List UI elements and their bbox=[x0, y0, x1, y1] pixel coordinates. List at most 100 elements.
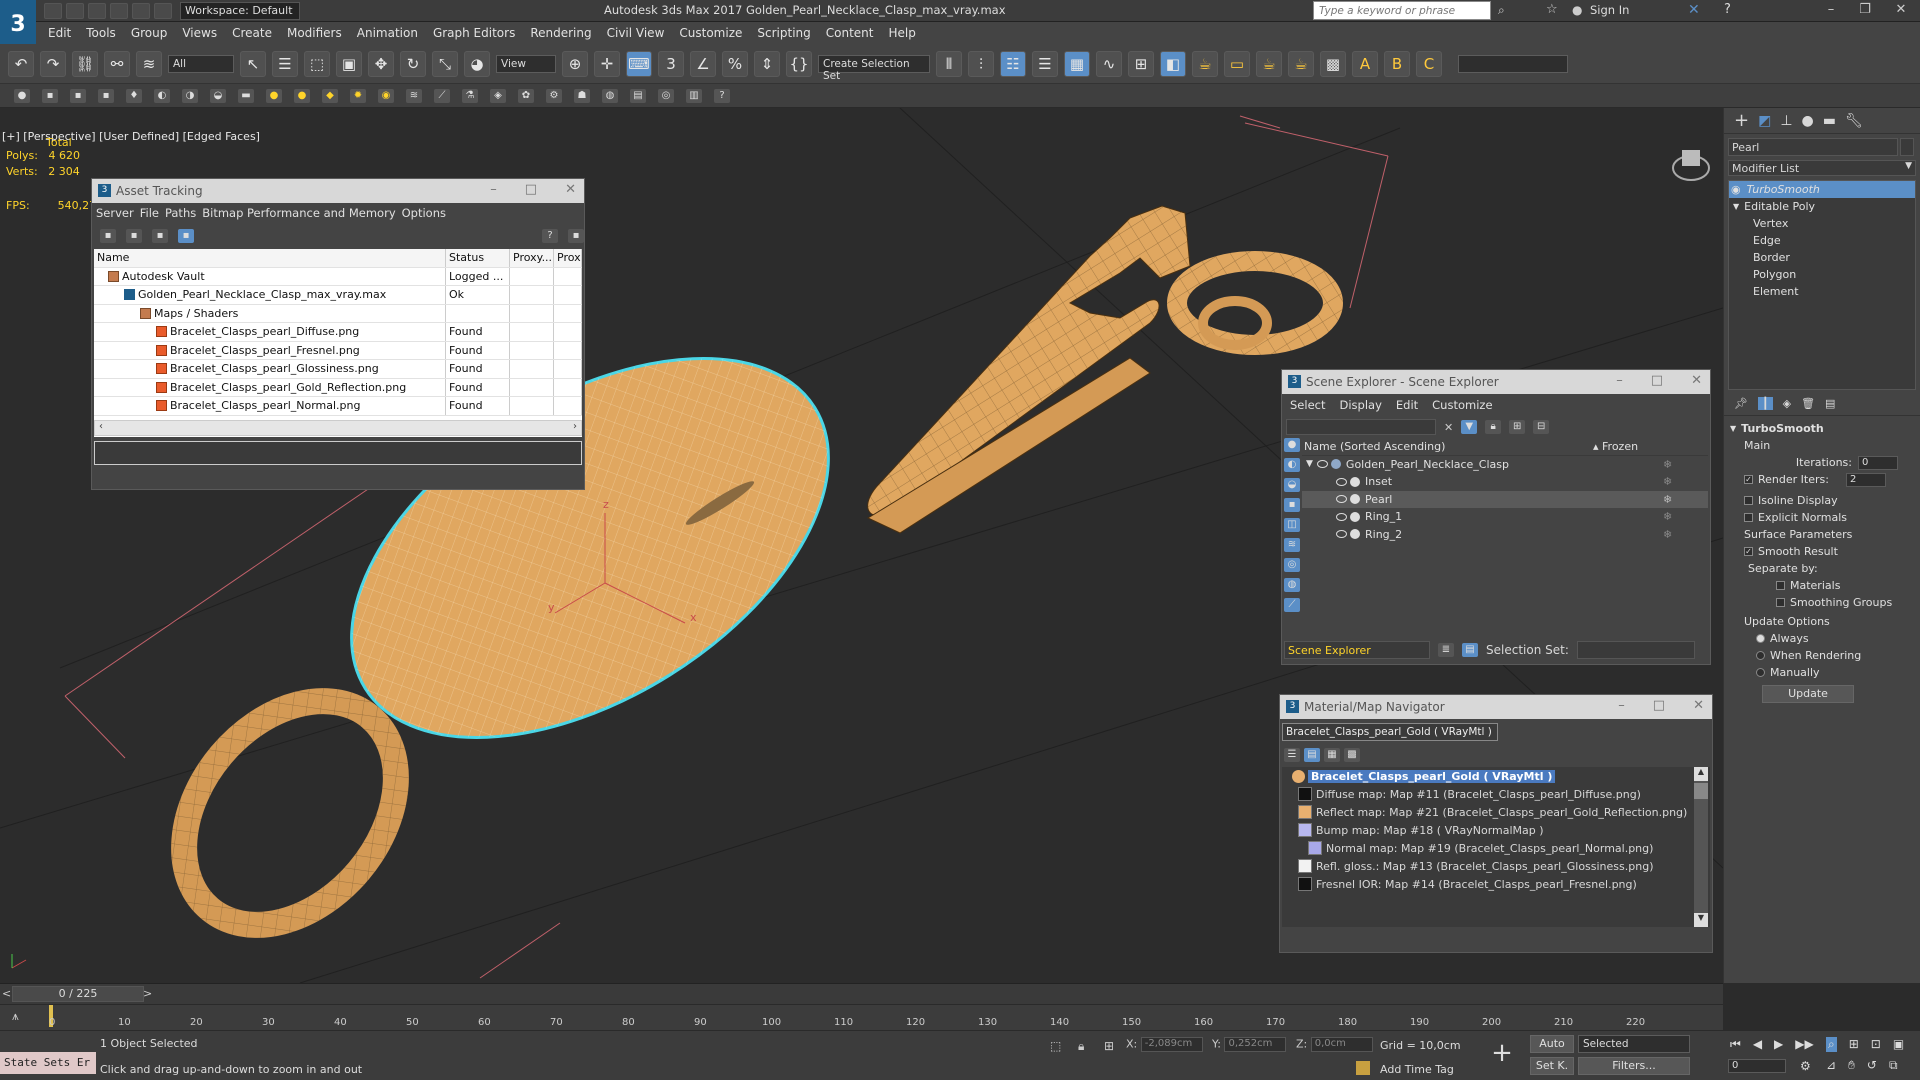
at-tool-icon-5[interactable]: ▪ bbox=[568, 229, 584, 243]
view-list-icon[interactable]: ☰ bbox=[1284, 748, 1300, 762]
orbit-icon[interactable]: ↺ bbox=[1867, 1058, 1877, 1073]
isoline-checkbox[interactable] bbox=[1744, 496, 1753, 505]
render-production-icon[interactable]: ☕ bbox=[1256, 50, 1282, 77]
col-name[interactable]: Name bbox=[94, 249, 446, 267]
tree-row-root[interactable]: ▼ Golden_Pearl_Necklace_Clasp ❄ bbox=[1302, 456, 1708, 474]
tool-icon-20[interactable]: ▥ bbox=[686, 88, 702, 103]
explicit-normals-row[interactable]: Explicit Normals bbox=[1730, 509, 1914, 526]
stack-item-polygon[interactable]: Polygon bbox=[1729, 266, 1915, 283]
maxscript-listener[interactable]: State Sets Er bbox=[0, 1052, 96, 1074]
smoothing-groups-checkbox[interactable] bbox=[1776, 598, 1785, 607]
pivot-center-icon[interactable]: ⊕ bbox=[562, 50, 588, 77]
at-tool-icon-1[interactable]: ▪ bbox=[100, 229, 116, 243]
smooth-result-checkbox[interactable]: ✓ bbox=[1744, 547, 1753, 556]
eye-icon[interactable]: ◉ bbox=[1731, 183, 1741, 196]
clear-search-icon[interactable]: ✕ bbox=[1444, 421, 1453, 434]
freeze-icon[interactable]: ❄ bbox=[1663, 528, 1672, 541]
app-logo[interactable]: 3 bbox=[0, 0, 36, 48]
auto-key-button[interactable]: Auto bbox=[1530, 1035, 1574, 1053]
when-rendering-row[interactable]: When Rendering bbox=[1730, 647, 1914, 664]
utilities-tab-icon[interactable]: 🔧︎ bbox=[1845, 113, 1863, 129]
scene-hierarchy-icon[interactable]: ▤ bbox=[1462, 643, 1478, 657]
map-row[interactable]: Refl. gloss.: Map #13 (Bracelet_Clasps_p… bbox=[1282, 857, 1710, 875]
manually-row[interactable]: Manually bbox=[1730, 664, 1914, 681]
binoculars-icon[interactable]: ⌕ bbox=[1498, 3, 1505, 18]
pin-stack-icon[interactable]: 📌︎ bbox=[1734, 397, 1748, 410]
table-row[interactable]: Bracelet_Clasps_pearl_Fresnel.png Found bbox=[94, 341, 582, 360]
tool-icon-17[interactable]: ◍ bbox=[602, 88, 618, 103]
light-icon-1[interactable]: ● bbox=[266, 88, 282, 103]
view-large-icons-icon[interactable]: ▩ bbox=[1344, 748, 1360, 762]
tool-icon-4[interactable]: ▪ bbox=[98, 88, 114, 103]
tree-row[interactable]: Ring_2 ❄ bbox=[1302, 526, 1708, 544]
map-row[interactable]: Bump map: Map #18 ( VRayNormalMap ) bbox=[1282, 821, 1710, 839]
expand-icon[interactable]: ▼ bbox=[1733, 202, 1739, 211]
tool-icon-9[interactable]: ▬ bbox=[238, 88, 254, 103]
x-coordinate-field[interactable]: -2,089cm bbox=[1140, 1037, 1203, 1052]
col-proxy-2[interactable]: Proxy bbox=[554, 249, 582, 267]
star-icon[interactable]: ☆ bbox=[1546, 2, 1558, 17]
at-menu-file[interactable]: File bbox=[140, 206, 159, 220]
exchange-icon[interactable]: ✕ bbox=[1688, 2, 1700, 18]
menu-views[interactable]: Views bbox=[182, 26, 217, 40]
current-frame-field[interactable]: 0 bbox=[1728, 1059, 1786, 1073]
se-filter-lights-icon[interactable]: ◒ bbox=[1284, 478, 1300, 492]
se-menu-customize[interactable]: Customize bbox=[1432, 398, 1492, 412]
smooth-result-row[interactable]: ✓ Smooth Result bbox=[1730, 543, 1914, 560]
maximize-icon[interactable]: □ bbox=[1653, 698, 1665, 713]
at-menu-paths[interactable]: Paths bbox=[165, 206, 196, 220]
tool-icon-1[interactable]: ● bbox=[14, 88, 30, 103]
edit-named-selection-icon[interactable]: {} bbox=[786, 50, 812, 77]
explicit-normals-checkbox[interactable] bbox=[1744, 513, 1753, 522]
toggle-ribbon-icon[interactable]: ▦ bbox=[1064, 50, 1090, 77]
light-icon-4[interactable]: ✹ bbox=[350, 88, 366, 103]
window-crossing-icon[interactable]: ▣ bbox=[336, 50, 362, 77]
tool-icon-10[interactable]: ≋ bbox=[406, 88, 422, 103]
col-frozen-header[interactable]: ▴ Frozen bbox=[1593, 440, 1638, 453]
move-icon[interactable]: ✥ bbox=[368, 50, 394, 77]
field-of-view-icon[interactable]: ⊿ bbox=[1826, 1058, 1836, 1073]
selection-set-select[interactable] bbox=[1576, 641, 1695, 659]
col-status[interactable]: Status bbox=[446, 249, 510, 267]
se-filter-helpers-icon[interactable]: ◫ bbox=[1284, 518, 1300, 532]
tool-icon-11[interactable]: ⟋ bbox=[434, 88, 450, 103]
close-icon[interactable]: ✕ bbox=[1888, 2, 1914, 20]
freeze-icon[interactable]: ❄ bbox=[1663, 458, 1672, 471]
collapse-icon[interactable]: ⊟ bbox=[1533, 420, 1550, 434]
se-menu-edit[interactable]: Edit bbox=[1396, 398, 1418, 412]
pan-icon[interactable]: ✋︎ bbox=[1848, 1058, 1855, 1073]
select-manipulate-icon[interactable]: ✛ bbox=[594, 50, 620, 77]
rendered-frame-window-icon[interactable]: ▭ bbox=[1224, 50, 1250, 77]
next-frame-icon[interactable]: ▶▶ bbox=[1795, 1037, 1813, 1052]
se-filter-geometry-icon[interactable]: ● bbox=[1284, 438, 1300, 452]
vray-c-icon[interactable]: C bbox=[1416, 50, 1442, 77]
hierarchy-tab-icon[interactable]: ⊥ bbox=[1780, 113, 1792, 129]
tool-icon-16[interactable]: ☗ bbox=[574, 88, 590, 103]
stack-item-turbosmooth[interactable]: ◉ TurboSmooth bbox=[1729, 181, 1915, 198]
light-icon-2[interactable]: ● bbox=[294, 88, 310, 103]
minimize-icon[interactable]: – bbox=[1818, 2, 1844, 20]
smoothing-groups-row[interactable]: Smoothing Groups bbox=[1730, 594, 1914, 611]
tree-row[interactable]: Inset ❄ bbox=[1302, 473, 1708, 491]
minimize-icon[interactable]: – bbox=[490, 182, 497, 197]
save-file-icon[interactable] bbox=[88, 2, 106, 19]
set-key-icon[interactable]: + bbox=[1488, 1039, 1516, 1067]
menu-graph-editors[interactable]: Graph Editors bbox=[433, 26, 515, 40]
current-material-field[interactable]: Bracelet_Clasps_pearl_Gold ( VRayMtl ) bbox=[1282, 723, 1498, 741]
map-row[interactable]: Normal map: Map #19 (Bracelet_Clasps_pea… bbox=[1282, 839, 1710, 857]
se-filter-groups-icon[interactable]: ◎ bbox=[1284, 558, 1300, 572]
se-search-input[interactable] bbox=[1286, 419, 1436, 435]
bind-space-warp-icon[interactable]: ≋ bbox=[136, 50, 162, 77]
at-tool-icon-3[interactable]: ▪ bbox=[152, 229, 168, 243]
rollout-header[interactable]: ▼ TurboSmooth bbox=[1730, 420, 1914, 437]
materials-checkbox[interactable] bbox=[1776, 581, 1785, 590]
render-iters-spinner[interactable]: 2 bbox=[1846, 472, 1886, 487]
render-iters-checkbox[interactable]: ✓ bbox=[1744, 475, 1753, 484]
previous-frame-icon[interactable]: ◀ bbox=[1753, 1037, 1762, 1052]
at-menu-server[interactable]: Server bbox=[96, 206, 134, 220]
tool-icon-8[interactable]: ◒ bbox=[210, 88, 226, 103]
object-color-swatch[interactable] bbox=[1900, 138, 1914, 156]
minimize-icon[interactable]: – bbox=[1618, 698, 1625, 713]
stack-item-edge[interactable]: Edge bbox=[1729, 232, 1915, 249]
stack-item-vertex[interactable]: Vertex bbox=[1729, 215, 1915, 232]
